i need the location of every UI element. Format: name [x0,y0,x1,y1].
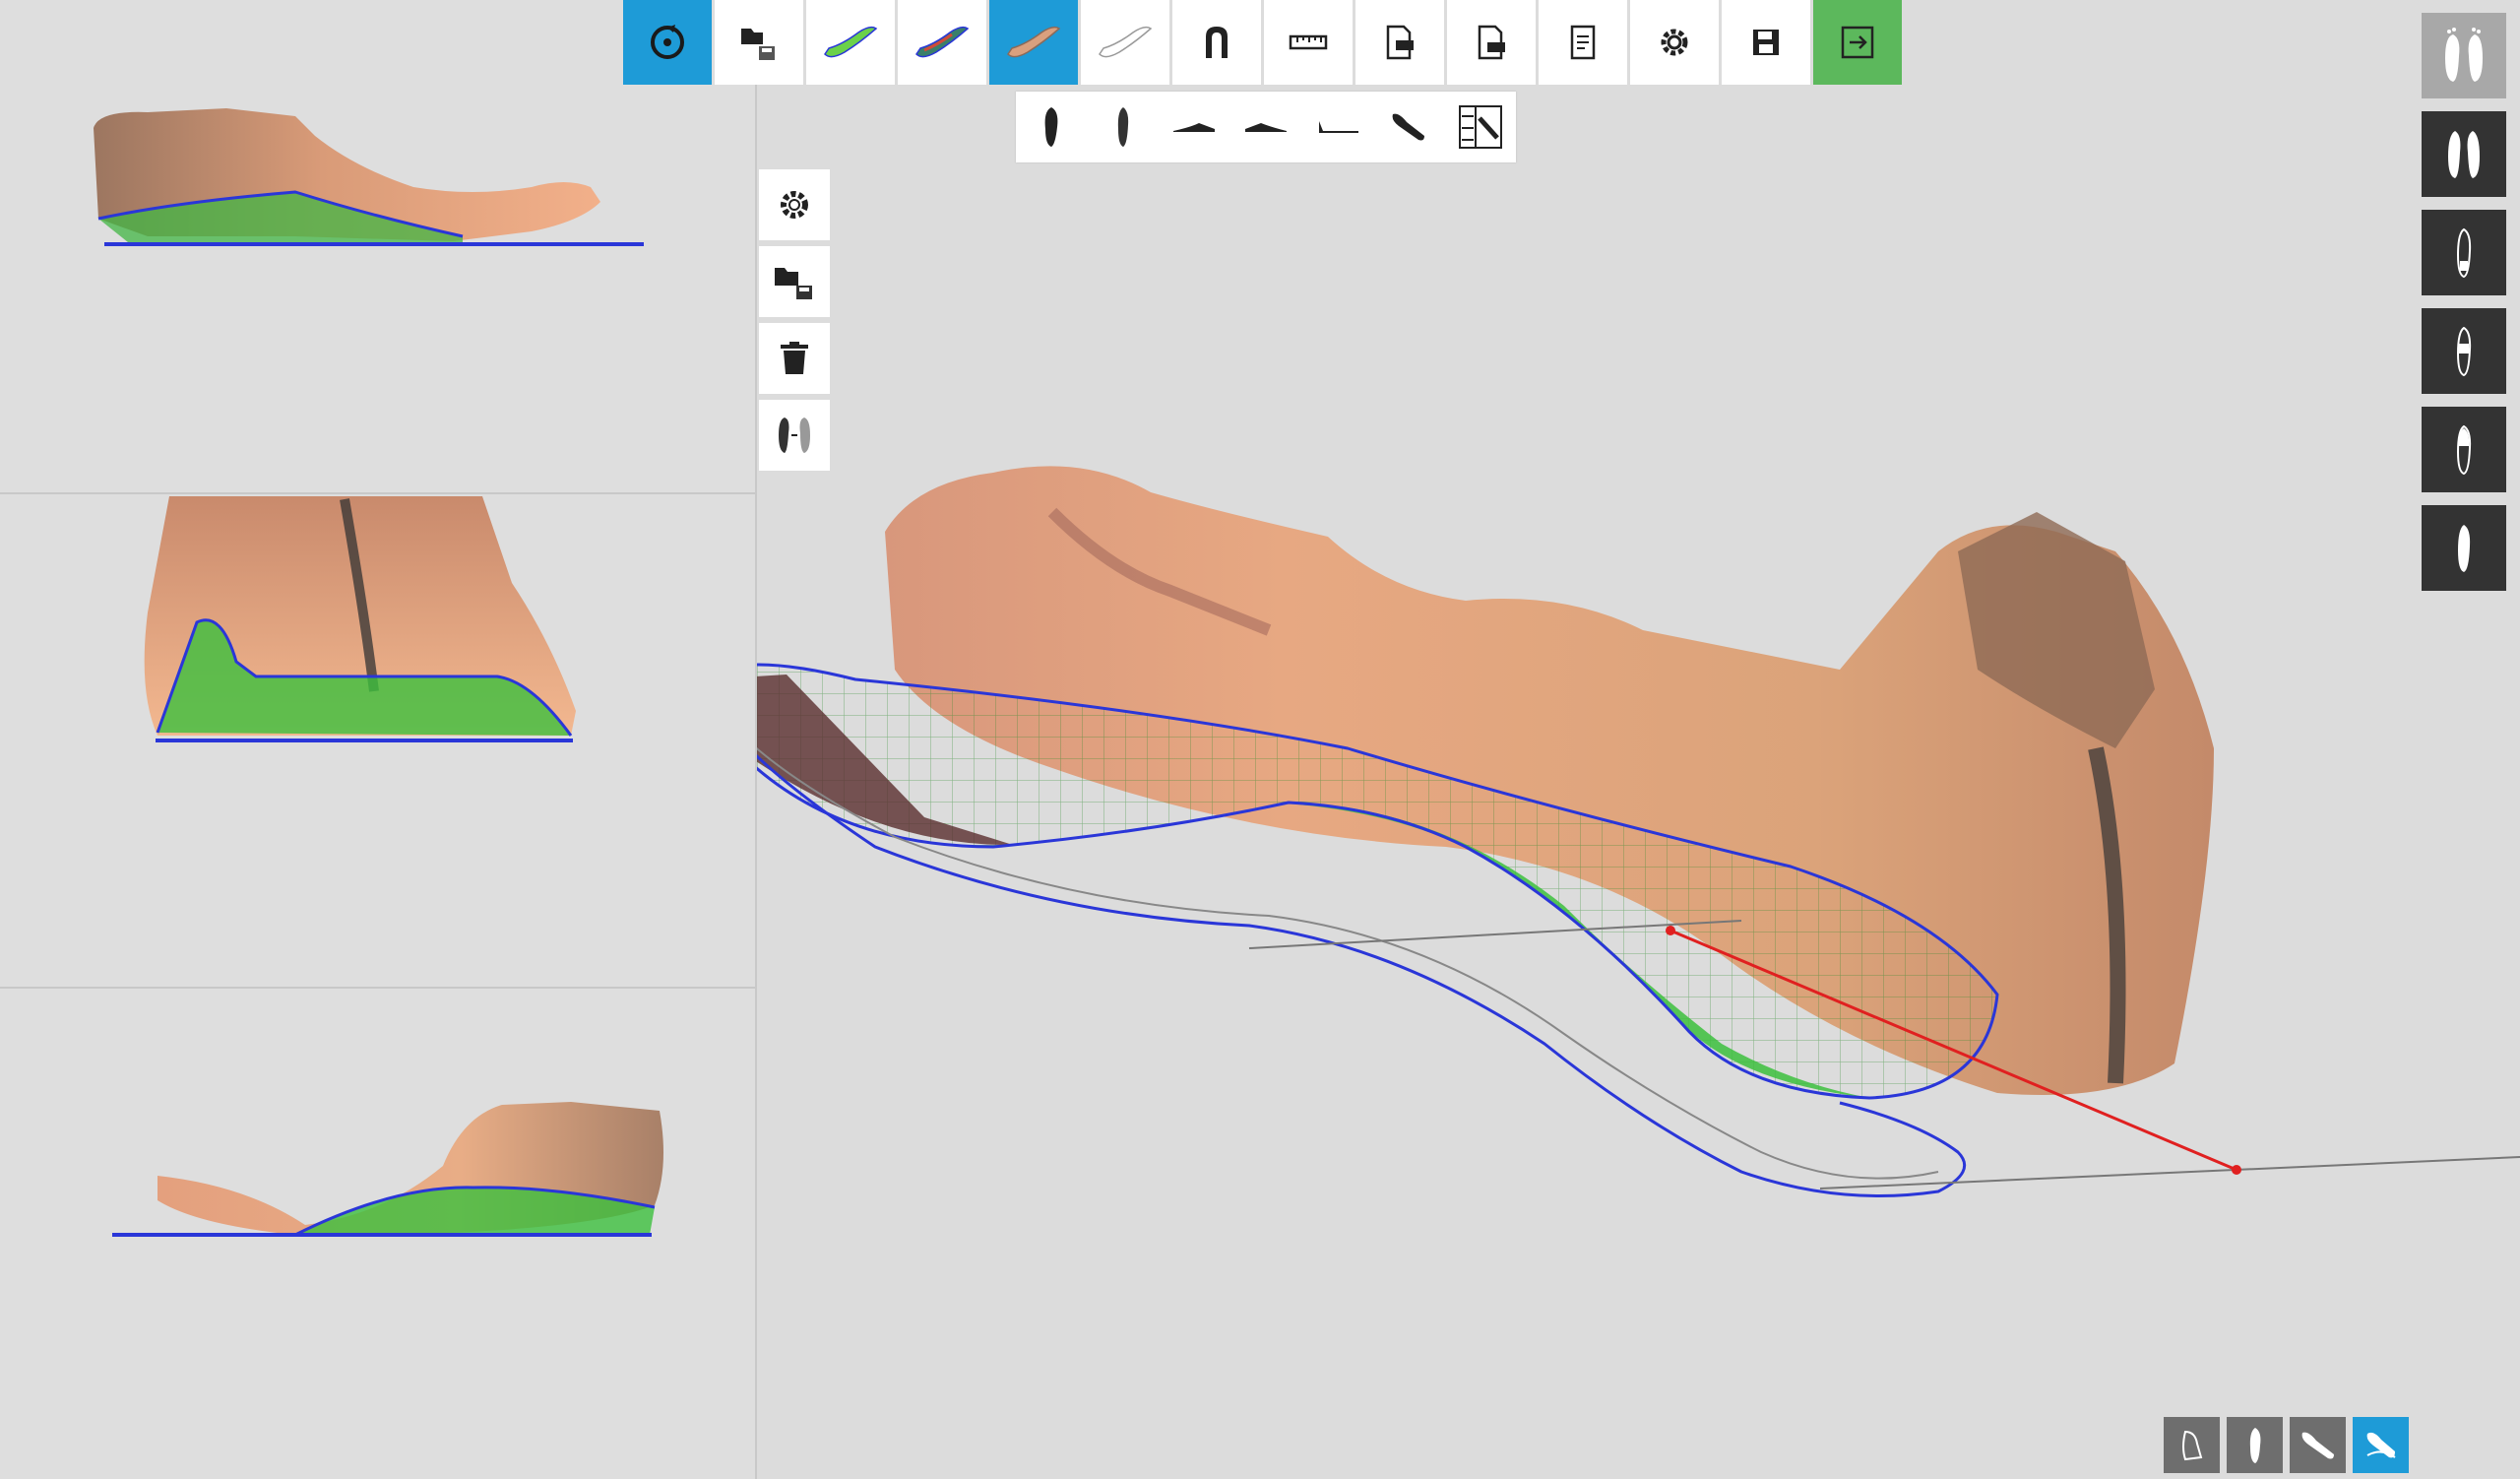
heel-cup-button[interactable] [1172,0,1261,85]
foot-marker-icon [2452,324,2476,379]
export-jpg-button[interactable] [1355,0,1444,85]
foot-bottom-icon [1113,105,1133,149]
both-feet-icon [2437,27,2490,86]
left-foot-icon [2452,225,2476,281]
medial-view-model [112,1102,663,1237]
report-button[interactable] [1539,0,1627,85]
reset-view-button[interactable] [623,0,712,85]
trash-icon [779,341,810,376]
single-foot-button[interactable] [2422,505,2506,591]
side-tools [759,169,830,477]
both-feet-button[interactable] [2422,13,2506,98]
gear-icon [776,186,813,224]
medial-view-panel[interactable] [0,989,755,1479]
insole-green-icon [821,23,880,62]
gear-button[interactable] [759,169,830,240]
foot-bottom-button[interactable] [1092,97,1155,157]
insole-color-icon [913,23,972,62]
folder-save-button[interactable] [759,246,830,317]
side-medial-icon [1243,117,1289,137]
single-foot-icon [2452,521,2476,576]
export-pdf-button[interactable] [1447,0,1536,85]
foot-angled-view-button[interactable] [2290,1417,2346,1473]
foot-3d-view-icon [2362,1428,2401,1463]
foot-top-view-button[interactable] [2227,1417,2283,1473]
rear-view-model [144,496,576,742]
insole-color-button[interactable] [898,0,986,85]
foot-selection-bar [2422,13,2506,604]
main-toolbar [623,0,1905,85]
insole-foot-button[interactable] [989,0,1078,85]
side-medial-button[interactable] [1234,97,1297,157]
export-pdf-icon [1474,23,1509,62]
save-icon [1751,28,1781,57]
right-foot-icon [2452,422,2476,478]
insole-3d-model [757,466,2520,1197]
exit-button[interactable] [1813,0,1902,85]
right-foot-button[interactable] [2422,407,2506,492]
pair-feet-button[interactable] [2422,111,2506,197]
view-toolbar [1016,92,1516,162]
rear-view-panel[interactable] [0,494,755,989]
side-lateral-icon [1171,117,1217,137]
pair-feet-icon [2442,127,2486,182]
foot-angle-button[interactable] [1377,97,1440,157]
foot-top-icon [1041,105,1061,149]
reset-view-icon [648,23,687,62]
folder-save-icon [773,262,816,301]
foot-3d-view-button[interactable] [2353,1417,2409,1473]
side-profile-icon [1315,117,1360,137]
side-profile-button[interactable] [1306,97,1369,157]
foot-side-view-button[interactable] [2164,1417,2220,1473]
insole-outline-icon [1096,23,1155,62]
settings-button[interactable] [1630,0,1719,85]
exit-icon [1840,25,1875,60]
ruler-button[interactable] [1264,0,1353,85]
foot-top-view-icon [2245,1426,2265,1465]
ruler-icon [1289,31,1328,54]
save-button[interactable] [1722,0,1810,85]
open-files-icon [737,23,781,62]
open-files-button[interactable] [715,0,803,85]
main-3d-viewport[interactable] [757,0,2520,1479]
heel-cup-icon [1200,23,1233,62]
foot-angled-view-icon [2299,1429,2338,1462]
foot-side-view-icon [2177,1428,2207,1463]
mirror-feet-button[interactable] [759,400,830,471]
report-icon [1568,23,1598,62]
side-lateral-button[interactable] [1163,97,1226,157]
split-view-button[interactable] [1449,97,1512,157]
foot-marker-button[interactable] [2422,308,2506,394]
split-view-icon [1458,104,1503,150]
foot-top-button[interactable] [1020,97,1083,157]
insole-green-button[interactable] [806,0,895,85]
view-mode-bar [2157,1417,2409,1473]
insole-foot-icon [1004,23,1063,62]
export-jpg-icon [1382,23,1418,62]
left-foot-button[interactable] [2422,210,2506,295]
foot-angle-icon [1389,110,1428,144]
insole-outline-button[interactable] [1081,0,1169,85]
settings-icon [1655,23,1694,62]
mirror-feet-icon [773,414,816,457]
trash-button[interactable] [759,323,830,394]
